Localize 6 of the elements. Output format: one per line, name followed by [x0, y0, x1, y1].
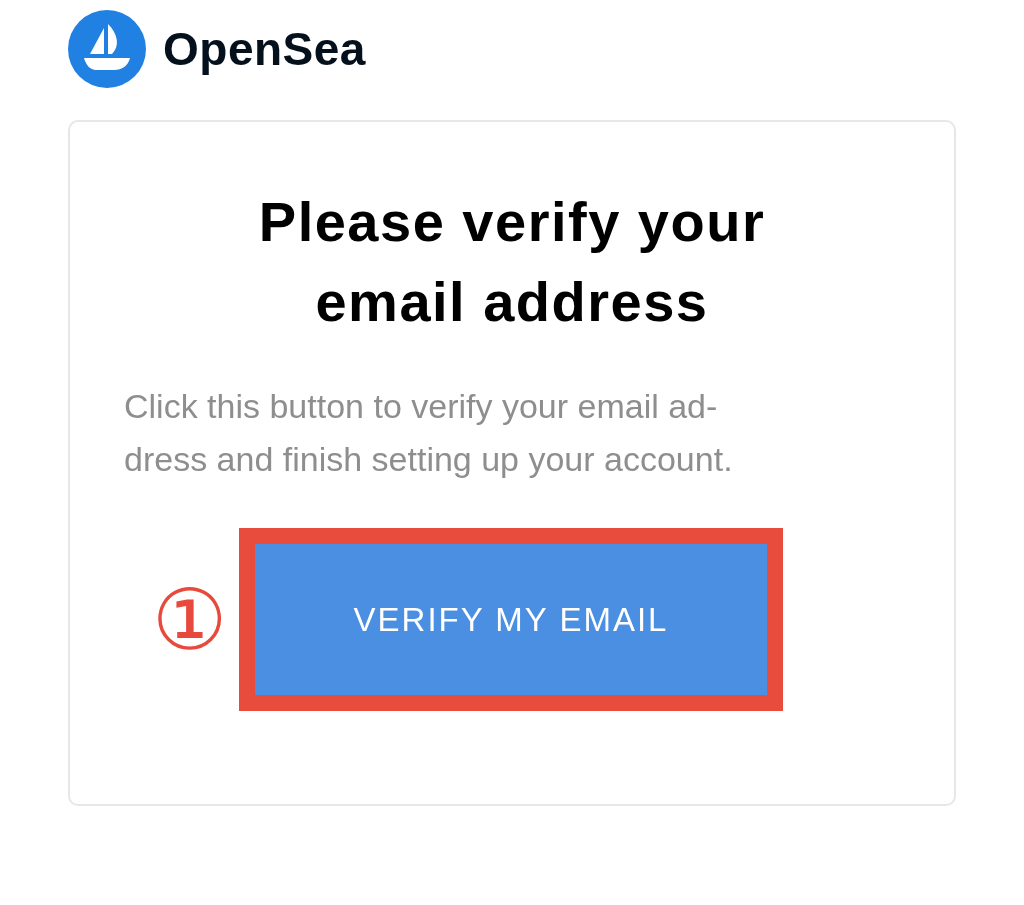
instructions-text: Click this button to verify your email ad- dress and finish setting up your account.: [124, 386, 733, 480]
step-number: ①: [150, 573, 228, 666]
ship-logo-icon: [68, 10, 146, 88]
verify-email-button[interactable]: VERIFY MY EMAIL: [255, 544, 767, 695]
brand-name: OpenSea: [163, 21, 366, 77]
heading: Please verify your email address: [258, 189, 766, 335]
